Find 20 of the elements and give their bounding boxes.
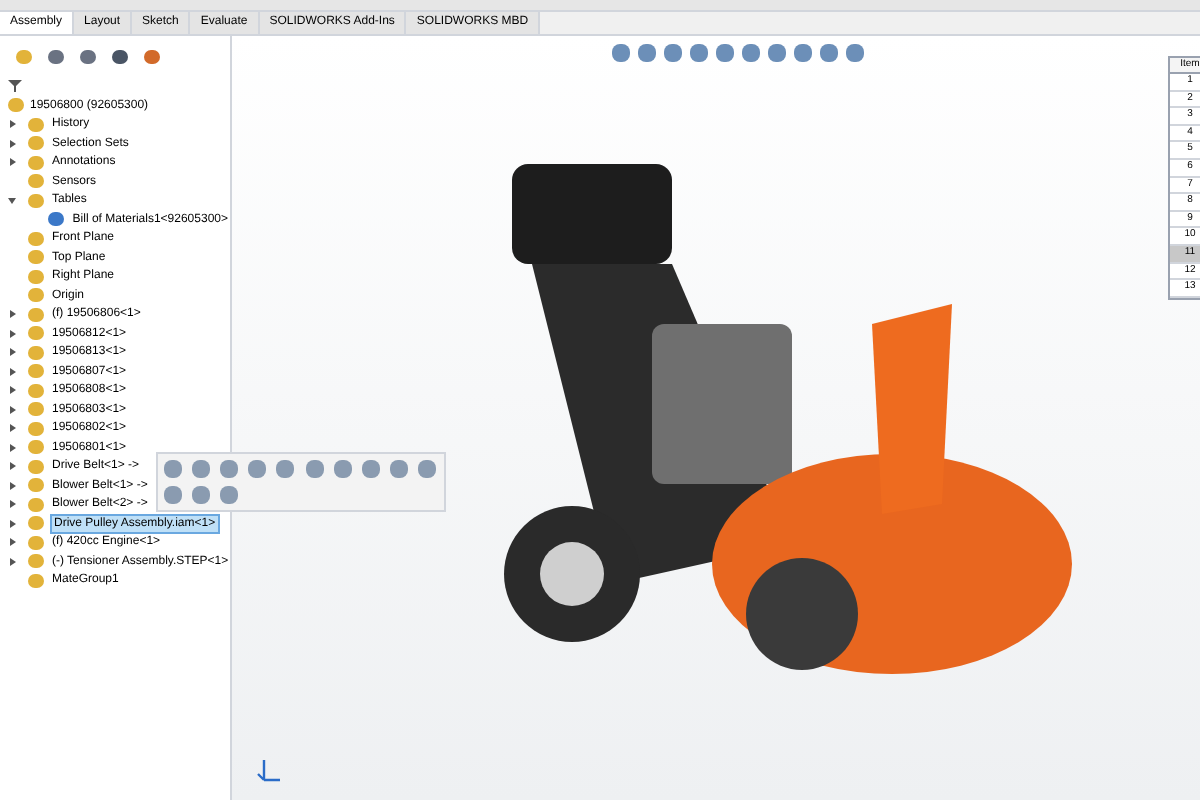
expand-arrow-icon[interactable] — [8, 443, 16, 452]
expand-arrow-icon[interactable] — [8, 386, 16, 395]
collapse-arrow-icon[interactable] — [8, 196, 16, 205]
expand-arrow-icon[interactable] — [8, 348, 16, 357]
expand-arrow-icon[interactable] — [8, 405, 16, 414]
expand-arrow-icon[interactable] — [8, 424, 16, 433]
expand-arrow-icon[interactable] — [8, 557, 16, 566]
expand-arrow-icon[interactable] — [8, 462, 16, 471]
filter-icon[interactable] — [8, 80, 22, 92]
expand-arrow-icon[interactable] — [8, 329, 16, 338]
expand-arrow-icon[interactable] — [8, 120, 16, 129]
expand-arrow-icon[interactable] — [8, 500, 16, 509]
expand-arrow-icon[interactable] — [8, 519, 16, 528]
expand-arrow-icon[interactable] — [8, 481, 16, 490]
expand-arrow-icon[interactable] — [8, 139, 16, 148]
expand-arrow-icon[interactable] — [8, 367, 16, 376]
expand-arrow-icon[interactable] — [8, 158, 16, 167]
expand-arrow-icon[interactable] — [8, 310, 16, 319]
expand-arrow-icon[interactable] — [8, 538, 16, 547]
axis-triad-icon — [256, 756, 284, 784]
